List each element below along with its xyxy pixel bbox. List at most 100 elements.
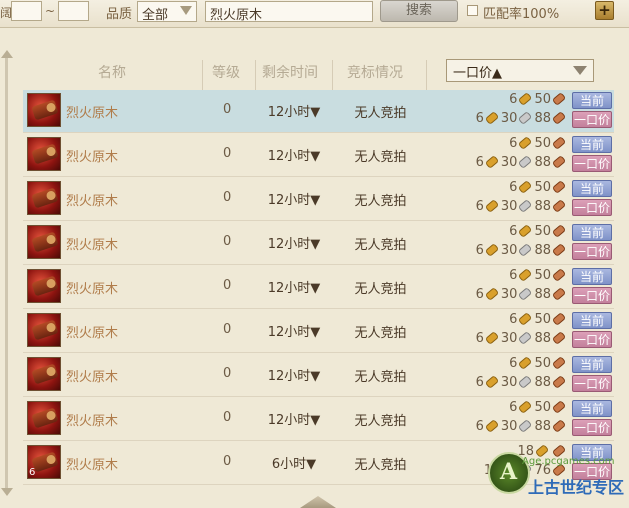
bid-current-button[interactable]: 当前 <box>572 136 612 153</box>
buyout-button[interactable]: 一口价 <box>572 419 612 436</box>
bid-status: 无人竞拍 <box>354 370 407 385</box>
wood-log-icon[interactable] <box>27 225 61 259</box>
price-copper: 50 <box>534 356 551 371</box>
copper-coin-icon <box>551 224 567 238</box>
buyout-button[interactable]: 一口价 <box>572 199 612 216</box>
wood-log-icon[interactable] <box>27 269 61 303</box>
copper-coin-icon <box>551 111 567 125</box>
buyout-button[interactable]: 一口价 <box>572 155 612 172</box>
table-row[interactable]: 烈火原木 0 12小时▼ 无人竞拍 6 50 6 30 88 当前 一口价 <box>23 398 614 441</box>
wood-log-icon[interactable] <box>27 313 61 347</box>
match-checkbox[interactable] <box>467 5 478 16</box>
table-row[interactable]: 烈火原木 0 12小时▼ 无人竞拍 6 50 6 30 88 当前 一口价 <box>23 178 614 221</box>
gold-coin-icon <box>484 243 500 257</box>
expand-plus-button[interactable]: + <box>595 1 614 20</box>
column-divider <box>332 60 333 94</box>
bid-current-button[interactable]: 当前 <box>572 92 612 109</box>
sort-select[interactable]: 一口价▲ <box>446 59 594 82</box>
item-level: 0 <box>223 146 232 161</box>
table-row[interactable]: 烈火原木 0 12小时▼ 无人竞拍 6 50 6 30 88 当前 一口价 <box>23 90 614 133</box>
gold-coin-icon <box>518 312 533 326</box>
price-silver: 30 <box>500 375 518 390</box>
table-row[interactable]: 烈火原木 0 12小时▼ 无人竞拍 6 50 6 30 88 当前 一口价 <box>23 134 614 177</box>
price-copper: 88 <box>534 111 551 126</box>
bid-current-button[interactable]: 当前 <box>572 356 612 373</box>
column-header-name[interactable]: 名称 <box>98 62 126 82</box>
bid-status: 无人竞拍 <box>354 194 407 209</box>
search-input[interactable]: 烈火原木 <box>205 1 373 23</box>
gold-coin-icon <box>484 375 500 389</box>
search-button[interactable]: 搜索 <box>380 0 458 22</box>
wood-log-icon[interactable] <box>27 137 61 171</box>
item-level: 0 <box>223 410 232 425</box>
price-silver: 30 <box>500 331 518 346</box>
item-level: 0 <box>223 454 232 469</box>
buyout-button[interactable]: 一口价 <box>572 243 612 260</box>
buyout-button[interactable]: 一口价 <box>572 111 612 128</box>
time-remaining: 12小时▼ <box>267 105 321 120</box>
price-gold: 6 <box>475 199 484 214</box>
quality-label: 品质 <box>106 7 133 22</box>
buyout-price: 6 30 88 <box>476 199 568 214</box>
bid-status: 无人竞拍 <box>354 282 407 297</box>
wood-log-icon[interactable]: 6 <box>27 445 61 479</box>
buyout-button[interactable]: 一口价 <box>572 331 612 348</box>
silver-coin-icon <box>518 375 533 389</box>
current-price: 6 50 <box>509 180 568 195</box>
wood-log-icon[interactable] <box>27 181 61 215</box>
item-name: 烈火原木 <box>66 282 119 297</box>
gold-coin-icon <box>484 111 500 125</box>
bid-current-button[interactable]: 当前 <box>572 312 612 329</box>
silver-coin-icon <box>518 287 533 301</box>
table-row[interactable]: 烈火原木 0 12小时▼ 无人竞拍 6 50 6 30 88 当前 一口价 <box>23 310 614 353</box>
wood-log-icon[interactable] <box>27 357 61 391</box>
watermark-name: 上古世纪专区 <box>528 478 625 497</box>
table-row[interactable]: 烈火原木 0 12小时▼ 无人竞拍 6 50 6 30 88 当前 一口价 <box>23 222 614 265</box>
scroll-up-arrow[interactable] <box>1 50 13 58</box>
silver-coin-icon <box>518 111 533 125</box>
column-header-bid[interactable]: 竞标情况 <box>347 62 403 82</box>
column-header-level[interactable]: 等级 <box>212 62 240 82</box>
copper-coin-icon <box>551 243 567 257</box>
price-silver: 30 <box>500 243 518 258</box>
bid-current-button[interactable]: 当前 <box>572 224 612 241</box>
bid-current-button[interactable]: 当前 <box>572 400 612 417</box>
level-max-input[interactable] <box>58 1 89 21</box>
item-level: 0 <box>223 190 232 205</box>
silver-coin-icon <box>518 243 533 257</box>
scrollbar[interactable] <box>5 58 8 490</box>
copper-coin-icon <box>551 375 567 389</box>
price-gold: 6 <box>509 224 518 239</box>
bid-current-button[interactable]: 当前 <box>572 180 612 197</box>
price-gold: 6 <box>475 419 484 434</box>
price-silver: 30 <box>500 419 518 434</box>
bid-current-button[interactable]: 当前 <box>572 268 612 285</box>
price-copper: 50 <box>534 180 551 195</box>
time-remaining: 12小时▼ <box>267 149 321 164</box>
time-remaining: 12小时▼ <box>267 369 321 384</box>
item-name: 烈火原木 <box>66 194 119 209</box>
copper-coin-icon <box>551 155 567 169</box>
price-gold: 6 <box>475 287 484 302</box>
gold-coin-icon <box>484 287 500 301</box>
silver-coin-icon <box>518 155 533 169</box>
table-row[interactable]: 烈火原木 0 12小时▼ 无人竞拍 6 50 6 30 88 当前 一口价 <box>23 354 614 397</box>
level-min-input[interactable] <box>11 1 42 21</box>
table-row[interactable]: 烈火原木 0 12小时▼ 无人竞拍 6 50 6 30 88 当前 一口价 <box>23 266 614 309</box>
price-copper: 88 <box>534 155 551 170</box>
quality-select[interactable]: 全部 <box>137 1 197 23</box>
wood-log-icon[interactable] <box>27 93 61 127</box>
item-name: 烈火原木 <box>66 370 119 385</box>
buyout-button[interactable]: 一口价 <box>572 287 612 304</box>
buyout-button[interactable]: 一口价 <box>572 375 612 392</box>
item-name: 烈火原木 <box>66 150 119 165</box>
price-gold: 6 <box>475 111 484 126</box>
column-header-time[interactable]: 剩余时间 <box>262 62 318 82</box>
scroll-down-arrow[interactable] <box>1 488 13 496</box>
gold-coin-icon <box>518 224 533 238</box>
wood-log-icon[interactable] <box>27 401 61 435</box>
price-copper: 50 <box>534 92 551 107</box>
copper-coin-icon <box>551 331 567 345</box>
chevron-down-icon <box>573 66 587 75</box>
item-name: 烈火原木 <box>66 414 119 429</box>
